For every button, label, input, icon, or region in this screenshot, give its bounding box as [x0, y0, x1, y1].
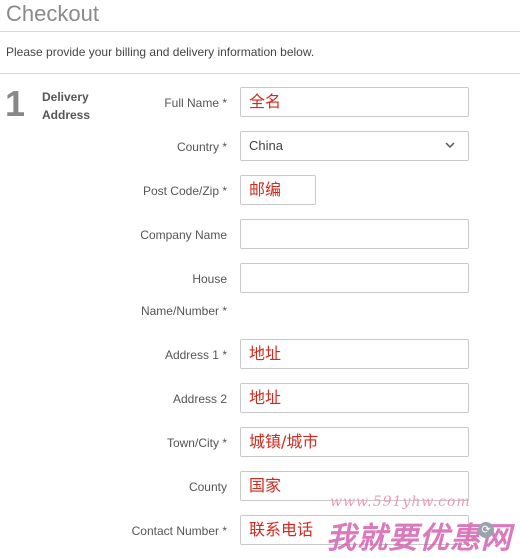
full-name-input[interactable]: 全名 [240, 87, 469, 117]
post-code-input[interactable]: 邮编 [240, 175, 316, 205]
page-intro: Please provide your billing and delivery… [6, 45, 315, 59]
town-label: Town/City * [166, 436, 227, 450]
company-label: Company Name [140, 228, 227, 242]
intro-divider [0, 73, 520, 74]
address1-label: Address 1 * [164, 348, 227, 362]
address1-input[interactable]: 地址 [240, 339, 469, 369]
house-label-line1: House [192, 272, 227, 286]
house-label-line2: Name/Number * [140, 304, 227, 318]
post-code-label: Post Code/Zip * [142, 184, 227, 198]
address2-input[interactable]: 地址 [240, 383, 469, 413]
title-divider [0, 31, 520, 32]
contact-label: Contact Number * [131, 524, 227, 538]
watermark-url: www.591yhw.com [330, 494, 471, 510]
step-number: 1 [5, 83, 26, 124]
address2-label: Address 2 [172, 392, 227, 406]
town-input[interactable]: 城镇/城市 [240, 427, 469, 457]
company-input[interactable] [240, 219, 469, 249]
country-select[interactable]: China [240, 131, 469, 161]
country-value: China [249, 138, 283, 153]
chevron-down-icon [444, 132, 456, 160]
step-label: Delivery Address [42, 90, 91, 122]
county-label: County [188, 480, 227, 494]
house-input[interactable] [240, 263, 469, 293]
refresh-icon: ⟳ [478, 522, 494, 538]
page-title: Checkout [6, 1, 99, 26]
country-label: Country * [176, 140, 227, 154]
full-name-label: Full Name * [164, 96, 227, 110]
